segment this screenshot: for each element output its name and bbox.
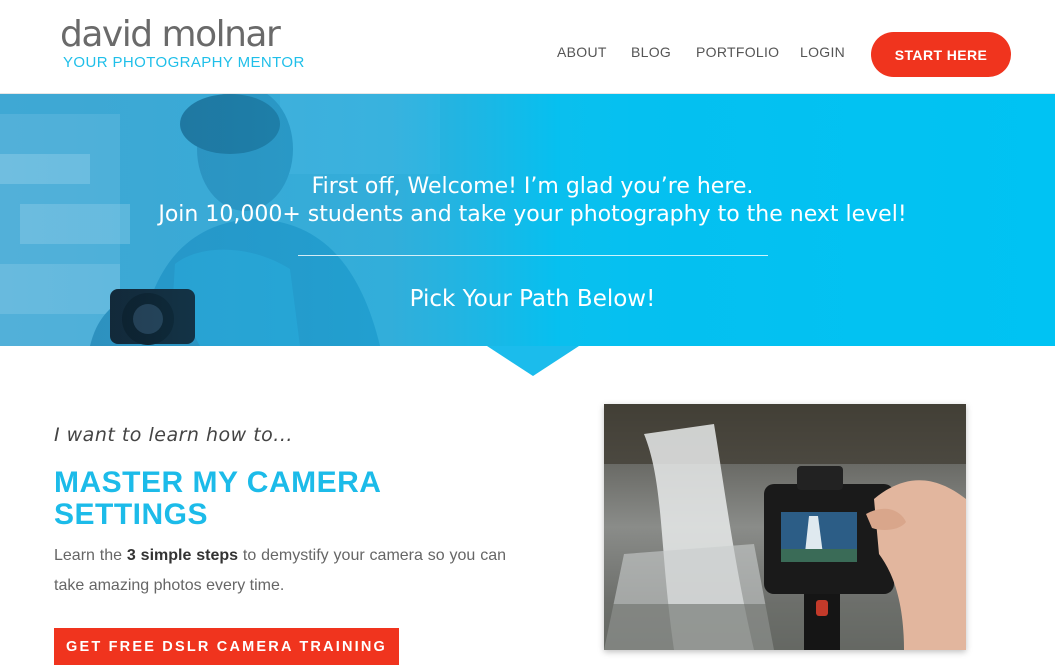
nav-item-login[interactable]: LOGIN: [800, 44, 845, 60]
hero-banner: First off, Welcome! I’m glad you’re here…: [0, 94, 1055, 346]
hero-divider: [298, 255, 768, 256]
logo-tagline: YOUR PHOTOGRAPHY MENTOR: [63, 54, 305, 71]
logo-wordmark: david molnar: [60, 14, 281, 55]
desc-text-before: Learn the: [54, 547, 127, 564]
nav-item-portfolio[interactable]: PORTFOLIO: [696, 44, 779, 60]
camera-waterfall-image: [604, 404, 966, 650]
hero-pick-path-text: Pick Your Path Below!: [409, 286, 656, 312]
path-title: MASTER MY CAMERA SETTINGS: [54, 466, 381, 531]
hero-down-arrow-icon: [487, 346, 579, 376]
hero-text-block: First off, Welcome! I’m glad you’re here…: [0, 94, 1055, 346]
site-header: david molnar YOUR PHOTOGRAPHY MENTOR ABO…: [0, 0, 1055, 94]
hero-join-text: Join 10,000+ students and take your phot…: [158, 202, 907, 227]
start-here-button[interactable]: START HERE: [871, 32, 1011, 77]
nav-item-blog[interactable]: BLOG: [631, 44, 671, 60]
desc-text-bold: 3 simple steps: [126, 547, 239, 564]
site-logo[interactable]: david molnar YOUR PHOTOGRAPHY MENTOR: [60, 14, 304, 74]
free-dslr-training-button[interactable]: GET FREE DSLR CAMERA TRAINING: [54, 628, 399, 665]
nav-item-about[interactable]: ABOUT: [557, 44, 607, 60]
path-intro: I want to learn how to...: [54, 424, 293, 446]
hero-welcome-text: First off, Welcome! I’m glad you’re here…: [311, 174, 754, 199]
path-description: Learn the 3 simple steps to demystify yo…: [54, 541, 506, 601]
